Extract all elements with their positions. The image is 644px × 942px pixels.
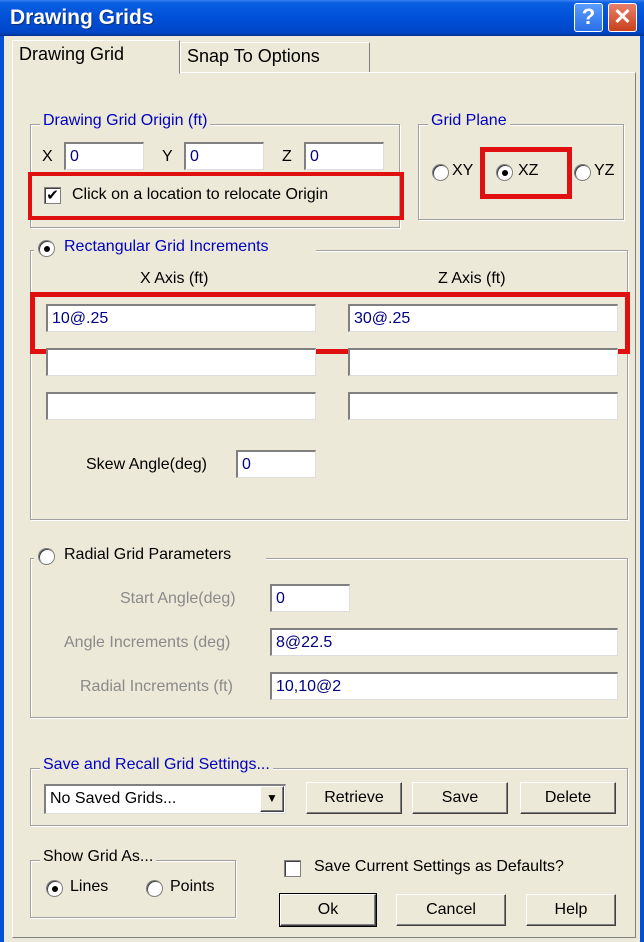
tab-drawing-grid[interactable]: Drawing Grid xyxy=(12,40,180,74)
plane-xy-radio[interactable] xyxy=(432,164,449,181)
window-frame-right xyxy=(640,36,644,942)
rectangular-label: Rectangular Grid Increments xyxy=(64,238,269,255)
saved-grids-value: No Saved Grids... xyxy=(50,790,177,807)
plane-xy-label: XY xyxy=(452,162,474,179)
z-increment-field-1[interactable]: 30@.25 xyxy=(348,304,618,332)
start-angle-field[interactable]: 0 xyxy=(270,584,350,612)
skew-angle-label: Skew Angle(deg) xyxy=(86,456,207,473)
grid-plane-legend: Grid Plane xyxy=(428,112,510,130)
x-axis-label: X Axis (ft) xyxy=(140,270,209,287)
radial-increments-field[interactable]: 10,10@2 xyxy=(270,672,618,700)
cancel-button[interactable]: Cancel xyxy=(396,894,506,926)
origin-x-label: X xyxy=(42,148,53,165)
origin-z-label: Z xyxy=(282,148,292,165)
z-axis-label: Z Axis (ft) xyxy=(438,270,506,287)
rectangular-radio[interactable] xyxy=(38,240,55,257)
help-button[interactable]: Help xyxy=(526,894,616,926)
origin-y-field[interactable]: 0 xyxy=(184,142,264,170)
radial-increments-label: Radial Increments (ft) xyxy=(80,678,233,695)
chevron-down-icon[interactable]: ▼ xyxy=(260,786,284,812)
origin-z-field[interactable]: 0 xyxy=(304,142,384,170)
origin-x-field[interactable]: 0 xyxy=(64,142,144,170)
close-icon[interactable]: ✕ xyxy=(608,3,637,32)
skew-angle-field[interactable]: 0 xyxy=(236,450,316,478)
defaults-label: Save Current Settings as Defaults? xyxy=(314,858,564,875)
save-recall-legend: Save and Recall Grid Settings... xyxy=(40,756,273,774)
plane-yz-label: YZ xyxy=(594,162,615,179)
x-increment-field-1[interactable]: 10@.25 xyxy=(46,304,316,332)
help-icon[interactable]: ? xyxy=(574,3,603,32)
delete-button[interactable]: Delete xyxy=(520,782,616,814)
plane-xz-radio[interactable] xyxy=(496,164,513,181)
defaults-checkbox[interactable] xyxy=(284,860,301,877)
relocate-checkbox[interactable]: ✔ xyxy=(44,187,61,204)
rectangular-group xyxy=(30,250,628,520)
plane-yz-radio[interactable] xyxy=(574,164,591,181)
origin-legend: Drawing Grid Origin (ft) xyxy=(40,112,211,130)
angle-increments-field[interactable]: 8@22.5 xyxy=(270,628,618,656)
window-title: Drawing Grids xyxy=(10,6,154,29)
z-increment-field-3[interactable] xyxy=(348,392,618,420)
z-increment-field-2[interactable] xyxy=(348,348,618,376)
show-points-label: Points xyxy=(170,878,215,895)
radial-label: Radial Grid Parameters xyxy=(64,546,232,563)
radial-radio[interactable] xyxy=(38,548,55,565)
tab-snap-to-options[interactable]: Snap To Options xyxy=(180,42,370,72)
plane-xz-label: XZ xyxy=(518,162,539,179)
show-lines-label: Lines xyxy=(70,878,109,895)
relocate-label: Click on a location to relocate Origin xyxy=(72,186,329,203)
x-increment-field-3[interactable] xyxy=(46,392,316,420)
start-angle-label: Start Angle(deg) xyxy=(120,590,236,607)
show-lines-radio[interactable] xyxy=(46,880,63,897)
window-frame-left xyxy=(0,36,4,942)
show-points-radio[interactable] xyxy=(146,880,163,897)
show-grid-legend: Show Grid As... xyxy=(40,848,157,866)
angle-increments-label: Angle Increments (deg) xyxy=(64,634,231,651)
saved-grids-select[interactable]: No Saved Grids... xyxy=(44,784,286,814)
origin-y-label: Y xyxy=(162,148,173,165)
title-bar: Drawing Grids ? ✕ xyxy=(0,0,644,36)
ok-button[interactable]: Ok xyxy=(279,893,377,927)
x-increment-field-2[interactable] xyxy=(46,348,316,376)
save-button[interactable]: Save xyxy=(412,782,508,814)
retrieve-button[interactable]: Retrieve xyxy=(306,782,402,814)
